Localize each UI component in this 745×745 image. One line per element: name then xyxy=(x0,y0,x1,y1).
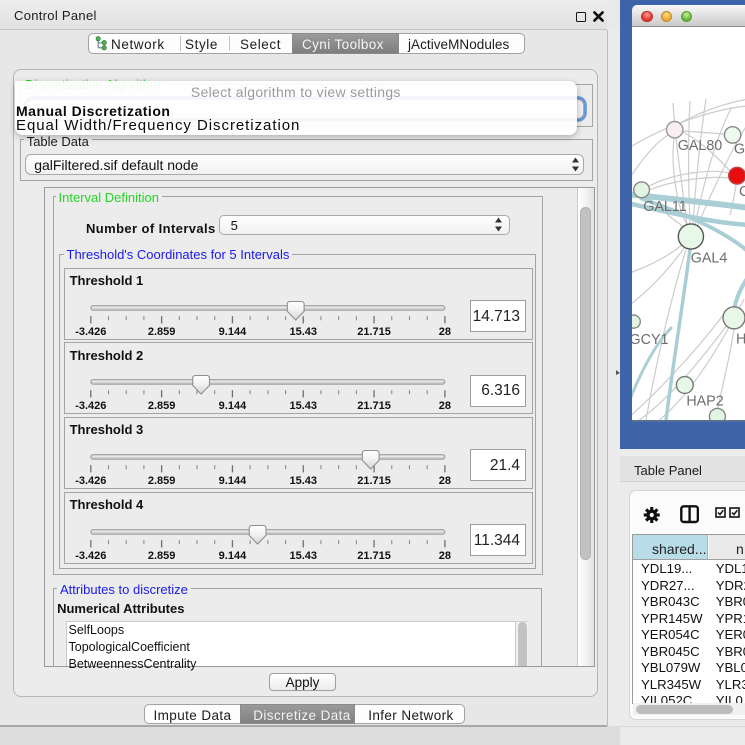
svg-text:-3.426: -3.426 xyxy=(75,550,106,562)
svg-text:-3.426: -3.426 xyxy=(75,400,106,412)
svg-text:GA: GA xyxy=(734,142,745,158)
svg-text:9.144: 9.144 xyxy=(218,326,246,338)
svg-text:2.859: 2.859 xyxy=(147,475,175,487)
svg-text:15.43: 15.43 xyxy=(289,550,317,562)
svg-text:28: 28 xyxy=(438,475,450,487)
svg-text:GAL11: GAL11 xyxy=(643,199,686,215)
svg-text:2.859: 2.859 xyxy=(147,400,175,412)
svg-text:H: H xyxy=(736,332,745,348)
svg-text:28: 28 xyxy=(438,550,450,562)
svg-text:GAL80: GAL80 xyxy=(678,138,723,154)
svg-text:28: 28 xyxy=(438,326,450,338)
svg-text:15.43: 15.43 xyxy=(289,400,317,412)
svg-text:-3.426: -3.426 xyxy=(75,326,106,338)
svg-text:21.715: 21.715 xyxy=(357,475,391,487)
svg-text:GAL4: GAL4 xyxy=(691,251,728,267)
svg-text:2.859: 2.859 xyxy=(147,550,175,562)
svg-text:15.43: 15.43 xyxy=(289,475,317,487)
svg-text:GCY1: GCY1 xyxy=(632,332,669,348)
svg-text:-3.426: -3.426 xyxy=(75,475,106,487)
svg-text:C: C xyxy=(739,184,745,200)
svg-text:9.144: 9.144 xyxy=(218,475,246,487)
svg-text:2.859: 2.859 xyxy=(147,326,175,338)
svg-text:9.144: 9.144 xyxy=(218,400,246,412)
svg-text:15.43: 15.43 xyxy=(289,326,317,338)
svg-text:9.144: 9.144 xyxy=(218,550,246,562)
svg-text:HAP2: HAP2 xyxy=(686,394,723,410)
svg-text:21.715: 21.715 xyxy=(357,326,391,338)
svg-text:21.715: 21.715 xyxy=(357,400,391,412)
svg-text:28: 28 xyxy=(438,400,450,412)
svg-text:21.715: 21.715 xyxy=(357,550,391,562)
